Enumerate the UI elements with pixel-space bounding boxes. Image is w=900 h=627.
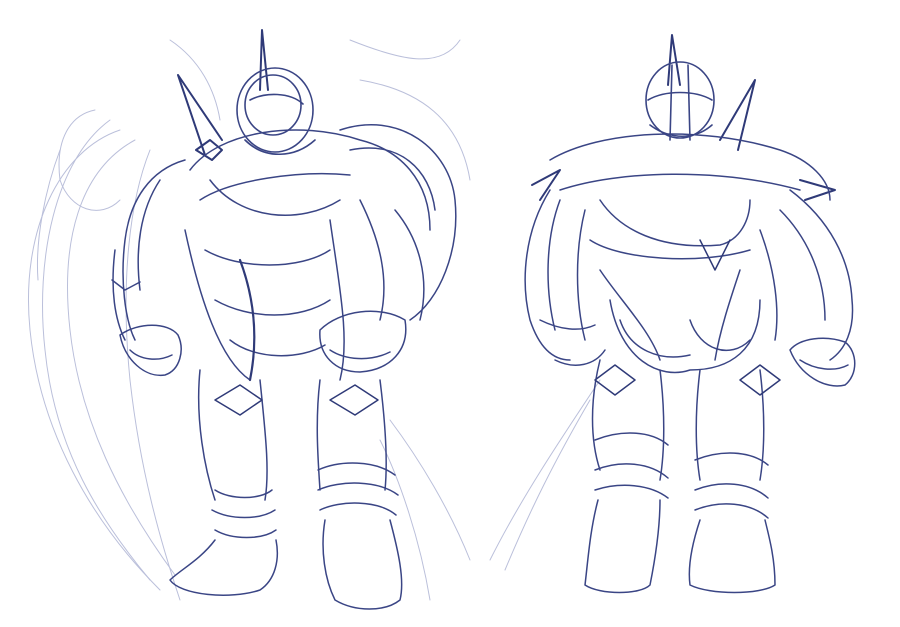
sketch-canvas	[0, 0, 900, 627]
canvas-background	[0, 0, 900, 627]
